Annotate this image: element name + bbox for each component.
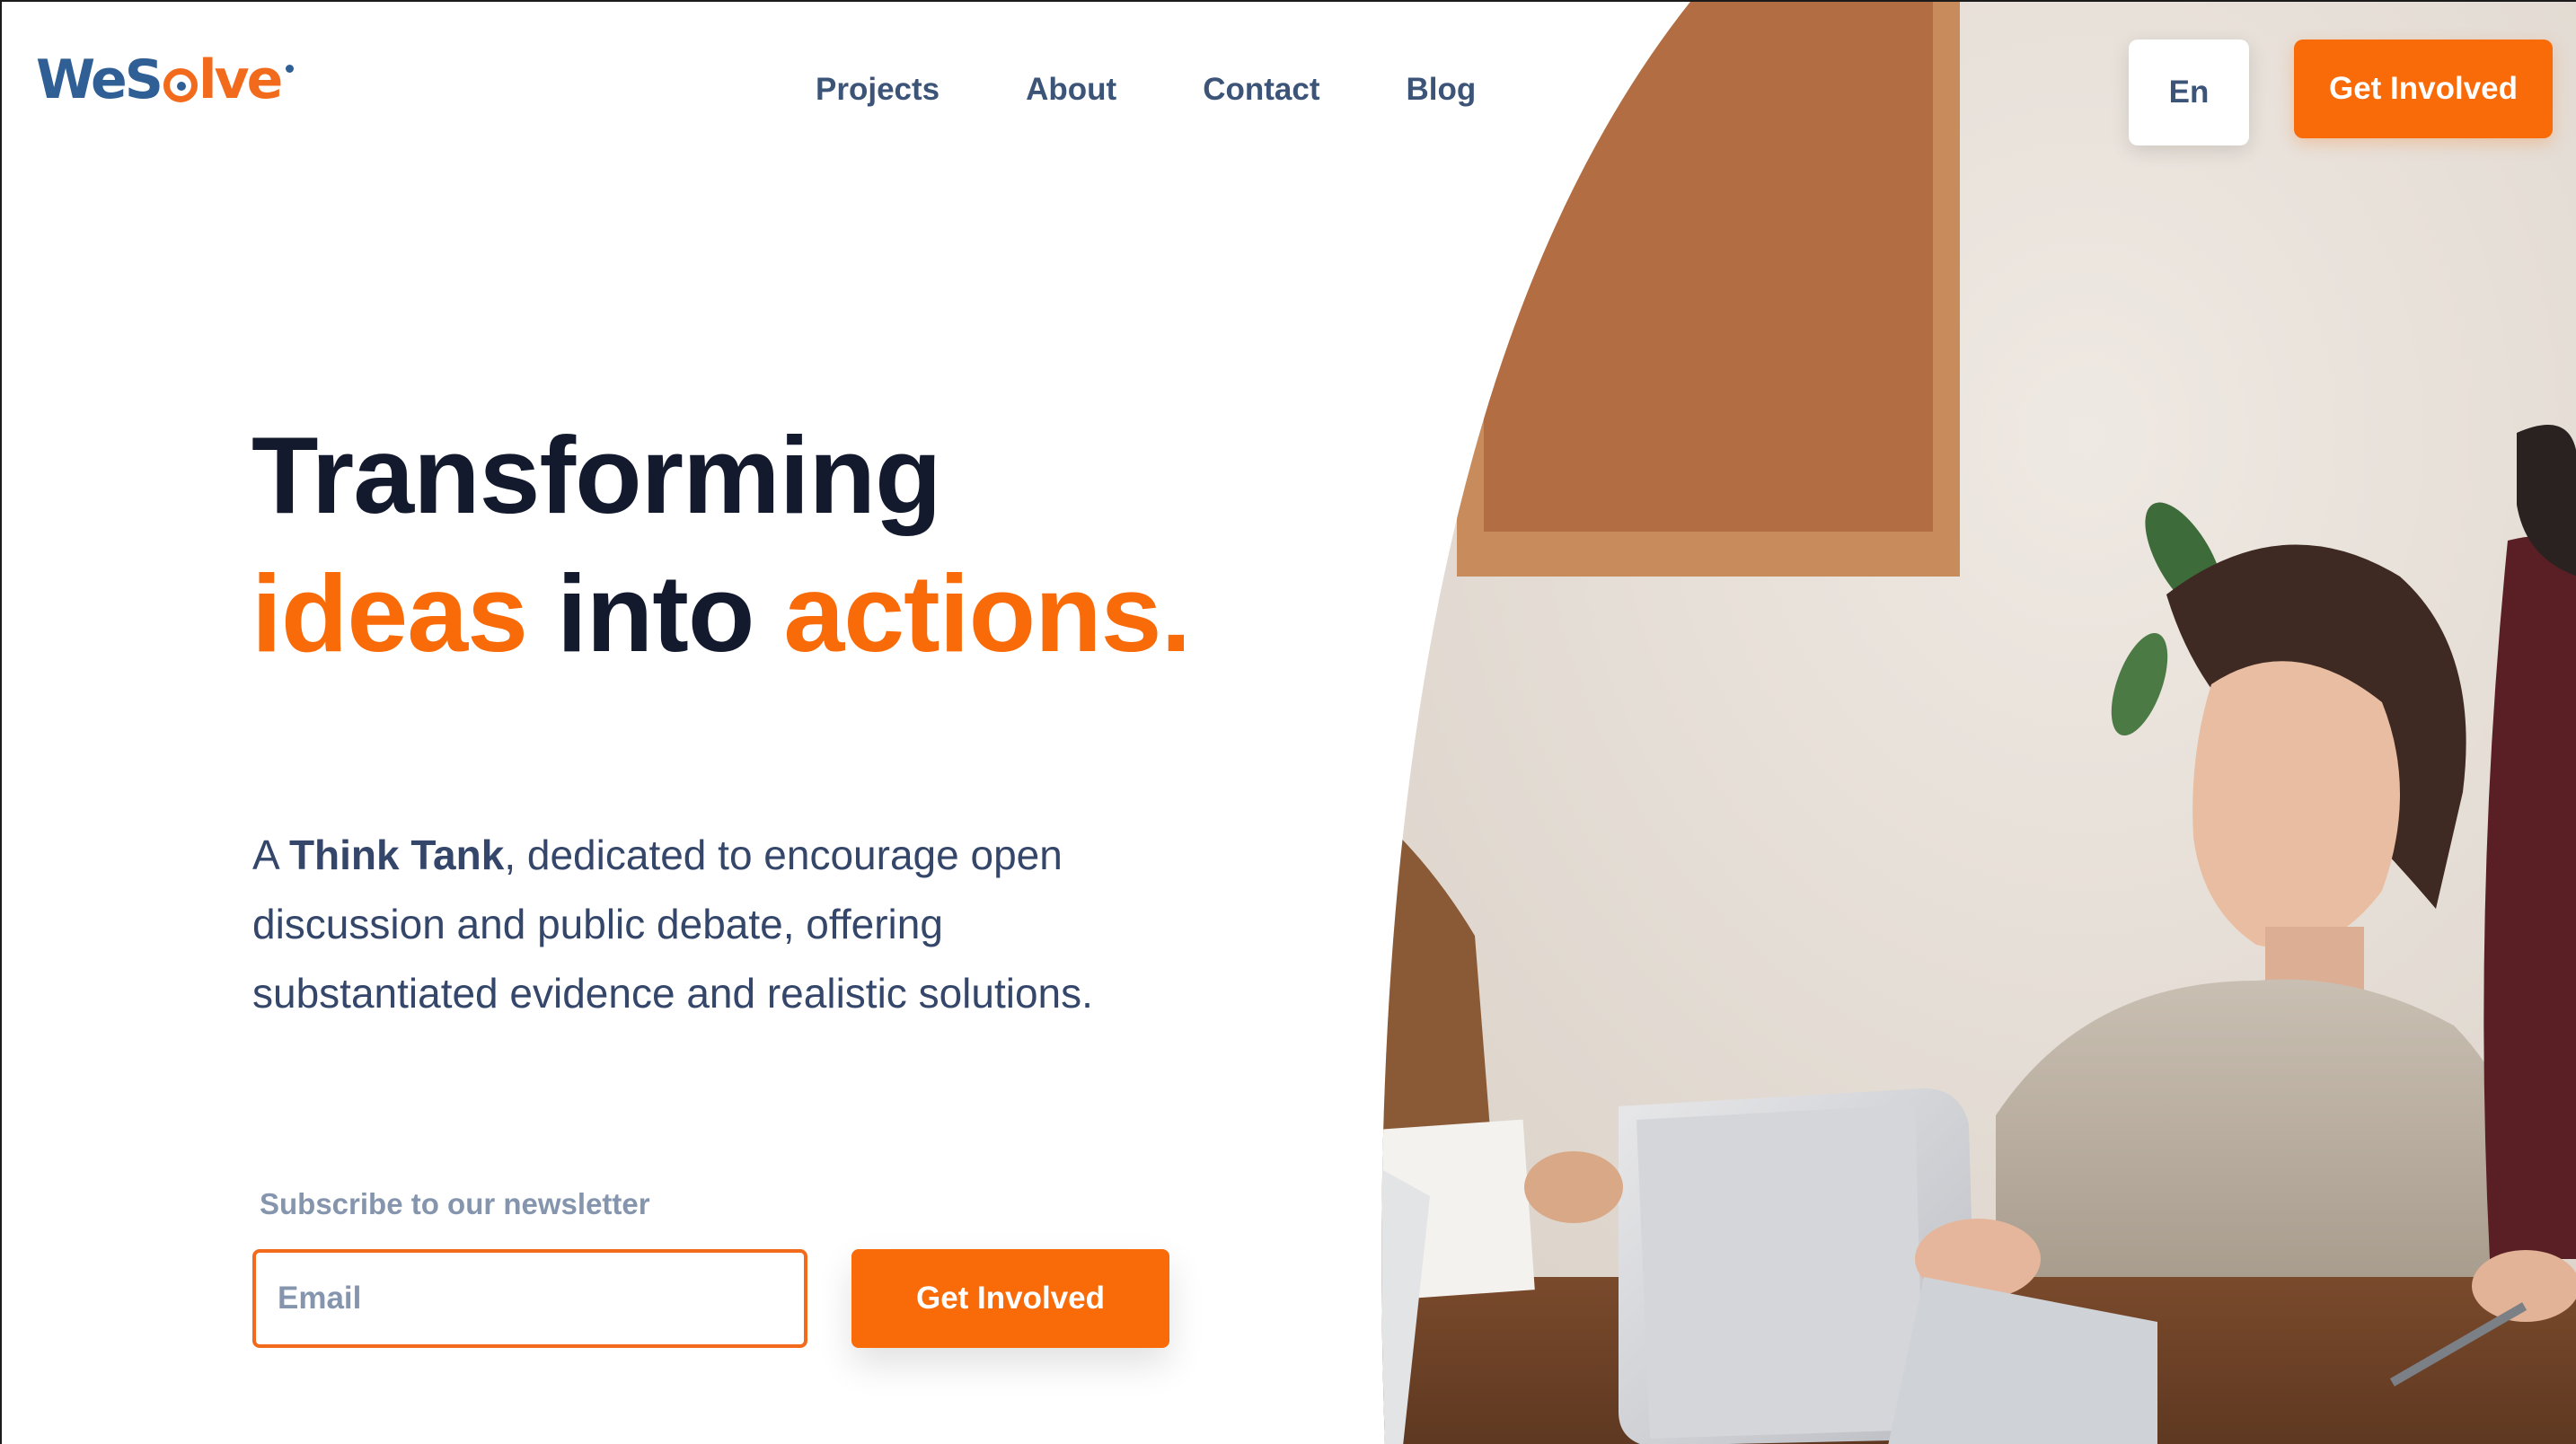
- newsletter-label: Subscribe to our newsletter: [260, 1187, 650, 1220]
- nav-link-projects[interactable]: Projects: [816, 70, 940, 110]
- headline-word-actions: actions.: [783, 552, 1191, 674]
- nav-link-contact[interactable]: Contact: [1203, 70, 1319, 110]
- header-get-involved-button[interactable]: Get Involved: [2294, 40, 2553, 138]
- headline-line-2: ideas into actions.: [251, 544, 1191, 682]
- hero-meeting-photo: [1349, 2, 2576, 1444]
- wesolve-logo[interactable]: We S lve: [36, 48, 295, 111]
- nav-link-blog[interactable]: Blog: [1406, 70, 1476, 110]
- logo-text-we: We: [36, 48, 128, 111]
- newsletter-get-involved-button[interactable]: Get Involved: [851, 1249, 1169, 1348]
- logo-text-lve: lve: [198, 48, 283, 111]
- hero-headline: Transforming ideas into actions.: [251, 406, 1191, 682]
- main-nav: Projects About Contact Blog: [816, 70, 1476, 110]
- headline-word-ideas: ideas: [251, 552, 528, 674]
- hero-description: A Think Tank, dedicated to encourage ope…: [252, 821, 1115, 1028]
- logo-text-s: S: [124, 48, 163, 111]
- language-selector[interactable]: En: [2129, 40, 2249, 145]
- logo-target-icon: [163, 68, 198, 102]
- newsletter-email-input[interactable]: [252, 1249, 807, 1348]
- logo-dot-icon: [286, 65, 295, 73]
- landing-page: We S lve Projects About Contact Blog En …: [0, 0, 2576, 1444]
- description-prefix: A: [252, 832, 289, 878]
- headline-line-1: Transforming: [251, 414, 942, 536]
- description-think-tank: Think Tank: [288, 832, 505, 878]
- headline-word-into: into: [526, 552, 784, 674]
- nav-link-about[interactable]: About: [1026, 70, 1116, 110]
